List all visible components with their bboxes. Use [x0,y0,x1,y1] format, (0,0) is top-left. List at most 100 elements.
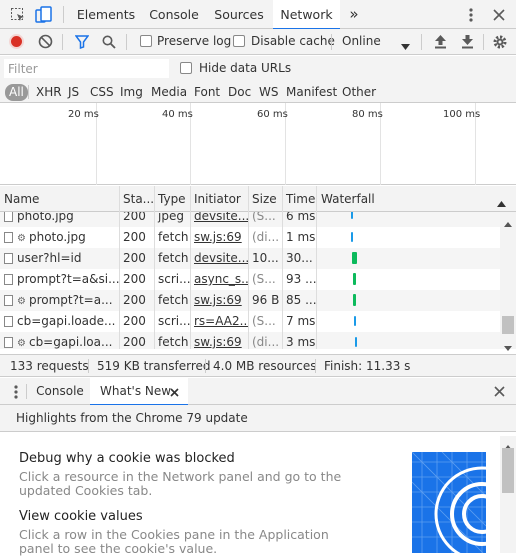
filter-row: Hide data URLs [0,56,516,81]
type-filter-img[interactable]: Img [120,84,143,101]
table-row[interactable]: ⚙ cb=gapi.loa... 200 fetch sw.js:69 (di..… [0,332,500,349]
request-initiator[interactable]: devsite... [190,212,248,227]
hide-data-urls-checkbox[interactable] [180,62,192,74]
request-type: fetch [158,230,189,244]
request-size: (S... [252,272,276,286]
request-name: photo.jpg [17,212,74,223]
scroll-down-icon[interactable] [504,340,512,354]
drawer-menu-icon[interactable] [14,385,18,402]
file-icon [4,253,13,264]
file-icon [4,232,13,243]
device-toolbar-icon[interactable] [35,6,53,24]
feature-title[interactable]: Debug why a cookie was blocked [19,451,235,466]
column-divider [282,212,283,349]
network-overview[interactable]: 20 ms 40 ms 60 ms 80 ms 100 ms [0,103,516,185]
preserve-log-label: Preserve log [157,34,232,48]
type-filter-doc[interactable]: Doc [228,84,251,101]
tab-network[interactable]: Network [273,0,340,30]
table-scrollbar[interactable] [500,212,516,351]
request-initiator[interactable]: rs=AA2... [190,311,248,332]
more-tabs-button[interactable]: » [341,0,367,29]
feature-description: Click a row in the Cookies pane in the A… [19,527,329,556]
column-initiator[interactable]: Initiator [190,186,247,212]
import-har-icon[interactable] [434,34,447,52]
requests-table-header: Name Sta... Type Initiator Size Time Wat… [0,186,516,212]
column-waterfall[interactable]: Waterfall [317,186,487,212]
type-filter-font[interactable]: Font [194,84,220,101]
type-filter-xhr[interactable]: XHR [36,84,62,101]
column-divider [316,186,317,212]
table-row[interactable]: ⚙ prompt?t=a... 200 fetch sw.js:69 96 B 8… [0,290,500,311]
overview-tick-label: 40 ms [162,109,193,120]
type-filter-media[interactable]: Media [151,84,187,101]
request-status: 200 [123,335,146,349]
search-icon[interactable] [102,35,116,52]
type-filter-js[interactable]: JS [68,84,79,101]
close-devtools-icon[interactable] [490,6,508,24]
type-filter-ws[interactable]: WS [259,84,278,101]
request-size: (di... [252,230,280,244]
tab-console[interactable]: Console [143,0,205,29]
filter-input[interactable] [4,59,169,78]
request-initiator[interactable]: devsite... [190,248,248,269]
overview-tick-label: 80 ms [352,109,383,120]
drawer-tab-console[interactable]: Console [31,378,89,405]
column-divider [248,186,249,212]
tab-sources[interactable]: Sources [208,0,270,29]
divider [62,34,63,50]
request-size: (di... [252,335,280,349]
column-divider [190,186,191,212]
request-name: cb=gapi.loade... [17,314,116,328]
feature-title[interactable]: View cookie values [19,509,143,524]
disable-cache-checkbox[interactable] [233,35,245,47]
service-worker-gear-icon: ⚙ [17,296,26,307]
request-name: cb=gapi.loa... [28,335,113,349]
type-filter-other[interactable]: Other [342,84,376,101]
network-toolbar: Preserve log Disable cache Online [0,29,516,55]
record-icon[interactable] [9,34,24,49]
chevron-down-icon[interactable] [401,39,410,53]
sort-up-icon[interactable] [497,196,506,210]
scroll-up-icon[interactable] [504,216,512,230]
preserve-log-checkbox[interactable] [140,35,152,47]
request-size: (S... [252,314,276,328]
tab-elements[interactable]: Elements [72,0,140,29]
column-status[interactable]: Sta... [119,186,153,212]
network-summary-bar: 133 requests 519 KB transferred 4.0 MB r… [0,354,516,377]
table-row[interactable]: prompt?t=a&si... 200 scri... async_s... … [0,269,500,290]
column-name[interactable]: Name [0,186,119,212]
filter-icon[interactable] [74,35,90,52]
request-initiator[interactable]: sw.js:69 [190,227,248,248]
drawer-tab-bar: Console What's New [0,378,516,406]
inspect-element-icon[interactable] [9,6,27,24]
whats-new-content: Debug why a cookie was blocked Click a r… [0,432,516,556]
table-row[interactable]: user?hl=id 200 fetch devsite... 10... 30… [0,248,500,269]
kebab-menu-icon[interactable] [462,6,480,24]
type-filter-all[interactable]: All [5,84,28,101]
throttling-select[interactable]: Online [342,34,381,48]
clear-icon[interactable] [38,34,53,52]
scroll-thumb[interactable] [502,448,514,493]
type-filter-css[interactable]: CSS [90,84,114,101]
table-row[interactable]: photo.jpg 200 jpeg devsite... (S... 6 ms [0,212,500,227]
close-tab-icon[interactable] [170,386,179,400]
table-row[interactable]: cb=gapi.loade... 200 scri... rs=AA2... (… [0,311,500,332]
table-row[interactable]: ⚙ photo.jpg 200 fetch sw.js:69 (di... 1 m… [0,227,500,248]
type-filter-manifest[interactable]: Manifest [286,84,337,101]
request-initiator[interactable]: sw.js:69 [190,290,248,311]
scroll-thumb[interactable] [502,316,514,334]
drawer-scrollbar[interactable] [500,436,516,553]
request-count: 133 requests [10,359,89,373]
hide-data-urls-label: Hide data URLs [199,61,292,75]
column-size[interactable]: Size [248,186,281,212]
gear-icon[interactable] [492,34,508,53]
request-initiator[interactable]: async_s... [190,269,248,290]
column-type[interactable]: Type [154,186,189,212]
column-time[interactable]: Time [282,186,316,212]
request-initiator[interactable]: sw.js:69 [190,332,248,349]
request-type: fetch [158,335,189,349]
column-divider [154,186,155,212]
export-har-icon[interactable] [461,34,474,52]
divider [315,359,316,373]
close-drawer-icon[interactable] [494,386,505,400]
